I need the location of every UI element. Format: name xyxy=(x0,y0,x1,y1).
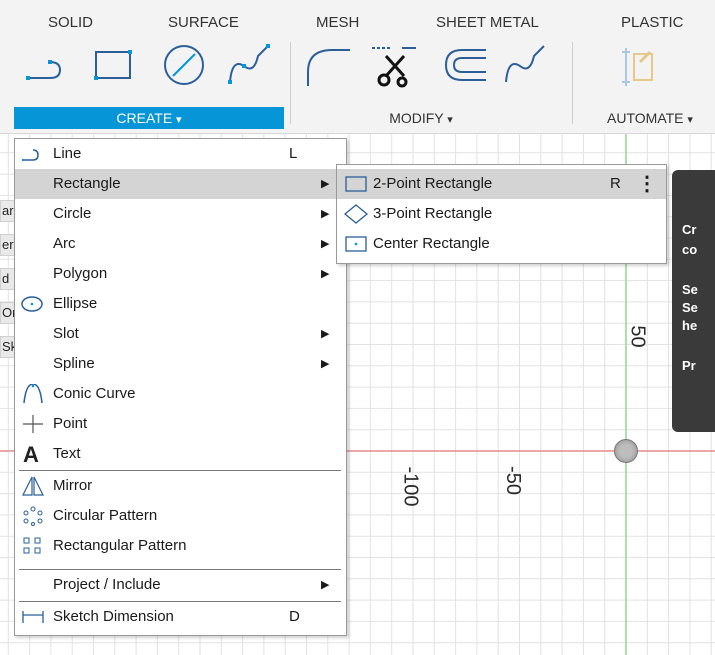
shortcut-label: D xyxy=(289,608,300,625)
command-tooltip: Cr co Se Se he Pr xyxy=(672,170,715,432)
menu-item-ellipse[interactable]: Ellipse xyxy=(15,289,346,319)
svg-text:A: A xyxy=(23,444,39,464)
submenu-arrow-icon: ▶ xyxy=(321,328,330,340)
tooltip-text: Se xyxy=(682,282,698,297)
text-icon: A xyxy=(23,444,39,464)
browser-item[interactable]: d xyxy=(0,268,15,290)
circle-icon[interactable] xyxy=(159,42,209,88)
tab-solid[interactable]: SOLID xyxy=(48,14,93,31)
menu-item-2-point-rectangle[interactable]: 2-Point Rectangle R ⋮ xyxy=(337,169,666,199)
trim-icon[interactable] xyxy=(368,42,418,88)
circular-pattern-icon xyxy=(23,506,43,526)
conic-curve-icon xyxy=(23,384,43,404)
shortcut-label: L xyxy=(289,145,298,162)
rectangular-pattern-icon xyxy=(23,537,41,554)
menu-item-sketch-dimension[interactable]: Sketch Dimension D xyxy=(15,602,346,632)
create-dropdown[interactable]: CREATE ▾ xyxy=(14,107,284,129)
browser-item[interactable]: er xyxy=(0,234,15,256)
two-point-rectangle-icon xyxy=(345,176,367,192)
shortcut-label: R xyxy=(610,175,621,192)
tooltip-text: co xyxy=(682,242,698,257)
origin-point[interactable] xyxy=(614,439,638,463)
submenu-arrow-icon: ▶ xyxy=(321,579,330,591)
toolbar-separator xyxy=(572,42,573,124)
menu-item-rectangle[interactable]: Rectangle ▶ xyxy=(15,169,346,199)
submenu-arrow-icon: ▶ xyxy=(321,268,330,280)
menu-item-3-point-rectangle[interactable]: 3-Point Rectangle xyxy=(337,199,666,229)
menu-item-polygon[interactable]: Polygon ▶ xyxy=(15,259,346,289)
line-icon xyxy=(22,149,39,161)
tooltip-text: Se xyxy=(682,300,698,315)
menu-item-arc[interactable]: Arc ▶ xyxy=(15,229,346,259)
rectangle-submenu: 2-Point Rectangle R ⋮ 3-Point Rectangle … xyxy=(336,164,667,264)
tooltip-text: Pr xyxy=(682,358,696,373)
fillet-icon[interactable] xyxy=(302,42,352,88)
automate-icon[interactable] xyxy=(616,42,666,88)
submenu-arrow-icon: ▶ xyxy=(321,208,330,220)
menu-item-circle[interactable]: Circle ▶ xyxy=(15,199,346,229)
submenu-arrow-icon: ▶ xyxy=(321,238,330,250)
sketch-dimension-icon xyxy=(22,611,44,623)
mirror-icon xyxy=(22,476,44,496)
sketch-scale-icon[interactable] xyxy=(502,42,552,88)
menu-item-spline[interactable]: Spline ▶ xyxy=(15,349,346,379)
axis-label-neg100: -100 xyxy=(399,466,422,507)
menu-item-center-rectangle[interactable]: Center Rectangle xyxy=(337,229,666,259)
three-point-rectangle-icon xyxy=(343,204,369,224)
browser-item[interactable]: Sk xyxy=(0,336,15,358)
axis-label-neg50: -50 xyxy=(501,466,524,495)
menu-item-conic-curve[interactable]: Conic Curve xyxy=(15,379,346,409)
browser-item[interactable]: Ori xyxy=(0,302,15,324)
rectangle-icon[interactable] xyxy=(90,42,140,88)
ellipse-icon xyxy=(21,296,43,312)
toolbar: SOLID SURFACE MESH SHEET METAL PLASTIC C… xyxy=(0,0,715,134)
point-icon xyxy=(23,415,43,433)
create-menu: Line L Rectangle ▶ Circle ▶ Arc ▶ Polygo… xyxy=(14,138,347,636)
spline-icon[interactable] xyxy=(226,42,276,88)
tab-sheet-metal[interactable]: SHEET METAL xyxy=(436,14,539,31)
menu-item-text[interactable]: A Text xyxy=(15,439,346,469)
menu-item-project-include[interactable]: Project / Include ▶ xyxy=(15,570,346,600)
browser-item[interactable]: ar xyxy=(0,200,15,222)
tab-surface[interactable]: SURFACE xyxy=(168,14,239,31)
tooltip-text: he xyxy=(682,318,698,333)
submenu-arrow-icon: ▶ xyxy=(321,358,330,370)
menu-item-line[interactable]: Line L xyxy=(15,139,346,169)
menu-item-circular-pattern[interactable]: Circular Pattern xyxy=(15,501,346,531)
menu-item-slot[interactable]: Slot ▶ xyxy=(15,319,346,349)
offset-icon[interactable] xyxy=(440,42,490,88)
automate-dropdown[interactable]: AUTOMATE ▾ xyxy=(585,107,715,129)
menu-item-point[interactable]: Point xyxy=(15,409,346,439)
axis-label-50: 50 xyxy=(626,325,649,348)
line-icon[interactable] xyxy=(24,42,74,88)
more-options-icon[interactable]: ⋮ xyxy=(637,169,657,199)
menu-item-rectangular-pattern[interactable]: Rectangular Pattern xyxy=(15,531,346,561)
tooltip-text: Cr xyxy=(682,222,697,237)
modify-dropdown[interactable]: MODIFY ▾ xyxy=(346,107,496,129)
center-rectangle-icon xyxy=(345,236,367,252)
menu-item-mirror[interactable]: Mirror xyxy=(15,471,346,501)
tab-mesh[interactable]: MESH xyxy=(316,14,359,31)
submenu-arrow-icon: ▶ xyxy=(321,178,330,190)
tab-plastic[interactable]: PLASTIC xyxy=(621,14,684,31)
toolbar-separator xyxy=(290,42,291,124)
